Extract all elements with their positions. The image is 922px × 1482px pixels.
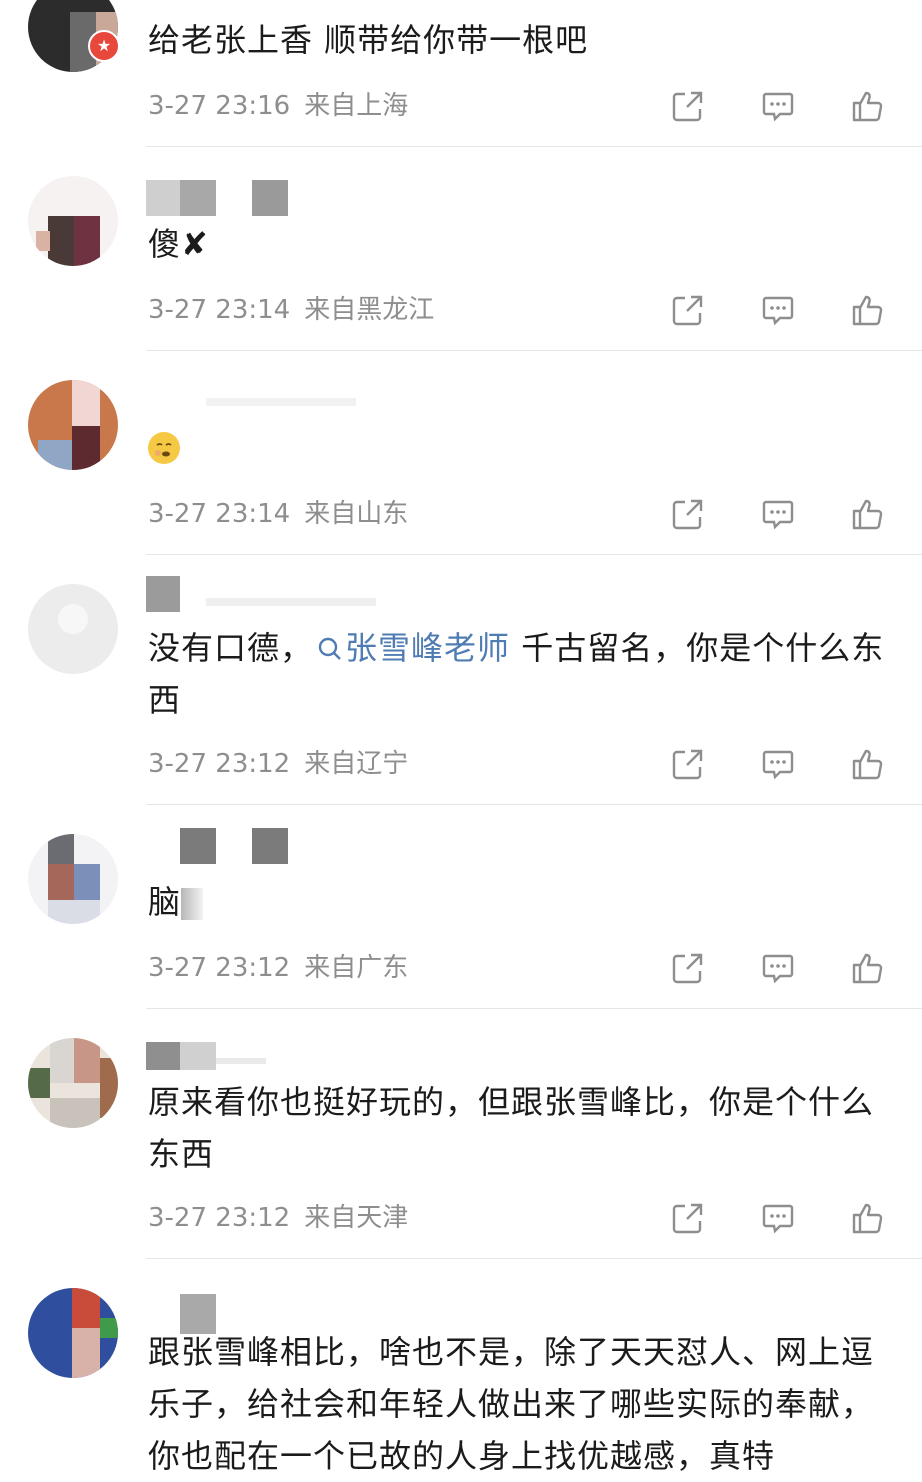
share-button[interactable] (668, 494, 708, 534)
share-icon (672, 749, 703, 780)
reply-button[interactable] (758, 744, 798, 784)
avatar[interactable] (28, 176, 118, 266)
avatar[interactable] (28, 584, 118, 674)
comment-time: 3-27 23:16 (148, 91, 291, 121)
like-icon (852, 1203, 883, 1234)
comment-icon (762, 1204, 794, 1234)
share-button[interactable] (668, 744, 708, 784)
comment-meta: 3-27 23:12 来自辽宁 (148, 746, 422, 782)
comment-text-part: 没有口德， (148, 629, 314, 667)
reply-button[interactable] (758, 494, 798, 534)
divider (146, 146, 922, 147)
share-icon (672, 499, 703, 530)
comment-time: 3-27 23:14 (148, 295, 291, 325)
avatar[interactable] (28, 1038, 118, 1128)
like-icon (852, 953, 883, 984)
divider (146, 554, 922, 555)
username-blurred[interactable] (146, 384, 366, 420)
comment-icon (762, 750, 794, 780)
comment-text: 傻✘ (148, 225, 209, 263)
like-icon (852, 91, 883, 122)
username-blurred[interactable] (146, 180, 306, 216)
comment-text: 给老张上香 顺带给你带一根吧 (148, 21, 589, 59)
reply-button[interactable] (758, 1198, 798, 1238)
comment-location: 来自黑龙江 (304, 295, 435, 325)
divider (146, 1008, 922, 1009)
share-button[interactable] (668, 1198, 708, 1238)
like-button[interactable] (848, 86, 888, 126)
share-icon (672, 295, 703, 326)
like-icon (852, 749, 883, 780)
comment-text: 脑 (148, 876, 898, 928)
comment-text: 没有口德， 张雪峰老师 千古留名，你是个什么东西 (148, 622, 898, 726)
comment-location: 来自山东 (304, 499, 409, 529)
comment-time: 3-27 23:12 (148, 1203, 291, 1233)
share-button[interactable] (668, 948, 708, 988)
comment-location: 来自上海 (304, 91, 409, 121)
comment-time: 3-27 23:12 (148, 953, 291, 983)
like-button[interactable] (848, 948, 888, 988)
avatar[interactable] (28, 1288, 118, 1378)
verified-badge-icon: ★ (88, 30, 120, 62)
comment-text: 跟张雪峰相比，啥也不是，除了天天怼人、网上逗乐子，给社会和年轻人做出来了哪些实际… (148, 1333, 875, 1475)
share-icon (672, 91, 703, 122)
like-icon (852, 295, 883, 326)
comment-meta: 3-27 23:16 来自上海 (148, 88, 422, 124)
divider (146, 350, 922, 351)
comment-meta: 3-27 23:12 来自天津 (148, 1200, 422, 1236)
like-button[interactable] (848, 1198, 888, 1238)
comment-icon (762, 500, 794, 530)
comment-text: 原来看你也挺好玩的，但跟张雪峰比，你是个什么东西 (148, 1083, 875, 1173)
smirk-emoji-icon (148, 432, 180, 464)
comment-location: 来自广东 (304, 953, 409, 983)
blurred-char (181, 888, 204, 920)
avatar[interactable] (28, 834, 118, 924)
comment-meta: 3-27 23:12 来自广东 (148, 950, 422, 986)
share-icon (672, 953, 703, 984)
divider (146, 804, 922, 805)
search-icon (318, 637, 341, 660)
reply-button[interactable] (758, 948, 798, 988)
comment-time: 3-27 23:14 (148, 499, 291, 529)
reply-button[interactable] (758, 86, 798, 126)
like-button[interactable] (848, 494, 888, 534)
like-button[interactable] (848, 744, 888, 784)
comment-meta: 3-27 23:14 来自山东 (148, 496, 422, 532)
username-blurred[interactable] (146, 1042, 306, 1078)
comment-time: 3-27 23:12 (148, 749, 291, 779)
comment-icon (762, 296, 794, 326)
share-button[interactable] (668, 86, 708, 126)
avatar[interactable] (28, 380, 118, 470)
share-icon (672, 1203, 703, 1234)
comment-meta: 3-27 23:14 来自黑龙江 (148, 292, 448, 328)
comment-location: 来自辽宁 (304, 749, 409, 779)
divider (146, 1258, 922, 1259)
like-icon (852, 499, 883, 530)
comment-location: 来自天津 (304, 1203, 409, 1233)
mention-link[interactable]: 张雪峰老师 (313, 629, 510, 667)
reply-button[interactable] (758, 290, 798, 330)
comment-text (148, 420, 898, 472)
username-blurred[interactable] (146, 1294, 306, 1334)
username-blurred[interactable] (146, 828, 306, 864)
username-blurred[interactable] (146, 576, 386, 612)
like-button[interactable] (848, 290, 888, 330)
share-button[interactable] (668, 290, 708, 330)
comment-icon (762, 954, 794, 984)
comment-icon (762, 92, 794, 122)
